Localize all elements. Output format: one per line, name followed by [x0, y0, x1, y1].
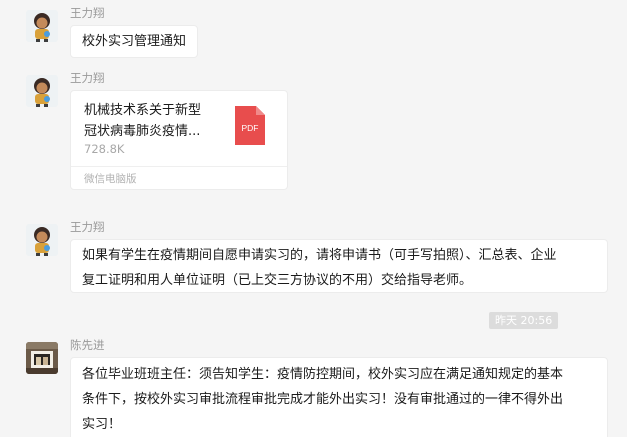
file-name: 机械技术系关于新型 冠状病毒肺炎疫情... — [84, 100, 224, 142]
avatar-image — [26, 10, 58, 42]
file-type-label: PDF — [241, 123, 259, 133]
file-name-line: 机械技术系关于新型 — [84, 103, 202, 118]
file-size: 728.8K — [84, 142, 125, 156]
avatar-image — [26, 342, 58, 374]
avatar[interactable] — [26, 75, 58, 107]
message-line: 条件下，按校外实习审批流程审批完成才能外出实习！没有审批通过的一律不得外出 — [82, 392, 564, 407]
message-line: 各位毕业班班主任：须告知学生：疫情防控期间，校外实习应在满足通知规定的基本 — [82, 367, 564, 382]
sender-name: 王力翔 — [70, 220, 105, 234]
sender-name: 王力翔 — [70, 71, 105, 85]
message-line: 如果有学生在疫情期间自愿申请实习的，请将申请书（可手写拍照）、汇总表、企业 — [82, 248, 557, 263]
sender-name: 陈先进 — [70, 338, 105, 352]
timestamp: 昨天 20:56 — [489, 312, 559, 329]
avatar-image — [26, 75, 58, 107]
message-text: 校外实习管理通知 — [82, 34, 187, 49]
avatar[interactable] — [26, 224, 58, 256]
message-bubble[interactable]: 校外实习管理通知 — [70, 25, 199, 58]
avatar[interactable] — [26, 342, 58, 374]
message-bubble[interactable]: 各位毕业班班主任：须告知学生：疫情防控期间，校外实习应在满足通知规定的基本 条件… — [70, 357, 608, 437]
pdf-file-icon: PDF — [235, 106, 265, 145]
file-card[interactable]: 机械技术系关于新型 冠状病毒肺炎疫情... 728.8K PDF 微信电脑版 — [70, 90, 288, 190]
file-source: 微信电脑版 — [84, 173, 137, 185]
avatar[interactable] — [26, 10, 58, 42]
message-bubble[interactable]: 如果有学生在疫情期间自愿申请实习的，请将申请书（可手写拍照）、汇总表、企业 复工… — [70, 239, 608, 293]
avatar-image — [26, 224, 58, 256]
sender-name: 王力翔 — [70, 6, 105, 20]
divider — [71, 166, 287, 167]
message-line: 实习！ — [82, 417, 122, 432]
message-line: 复工证明和用人单位证明（已上交三方协议的不用）交给指导老师。 — [82, 273, 473, 288]
file-name-line: 冠状病毒肺炎疫情... — [84, 124, 201, 139]
